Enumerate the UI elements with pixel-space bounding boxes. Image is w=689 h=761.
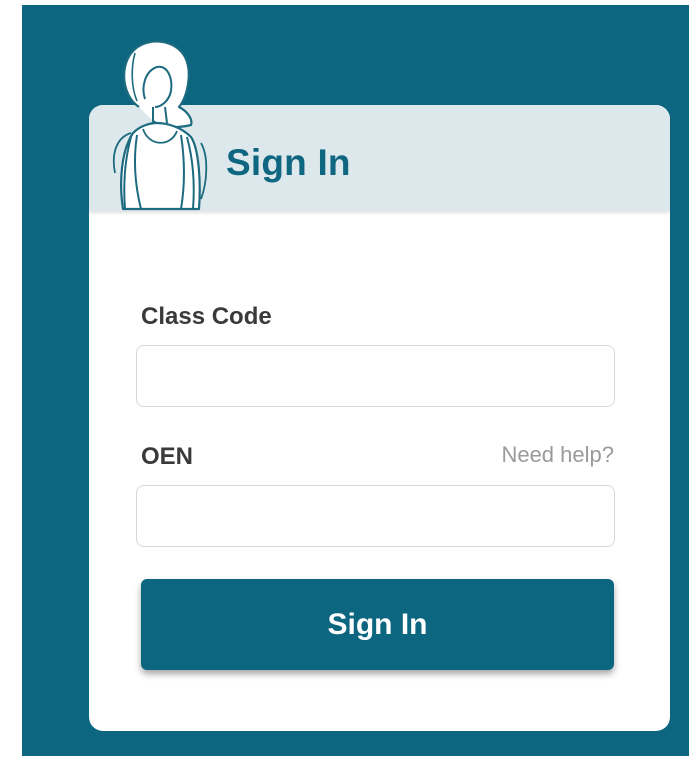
page-background: Sign In Class Code OEN Need help? Sign I… — [22, 5, 689, 756]
sign-in-card: Sign In Class Code OEN Need help? Sign I… — [89, 40, 670, 731]
sign-in-button[interactable]: Sign In — [141, 579, 614, 670]
class-code-label: Class Code — [141, 303, 272, 330]
class-code-input[interactable] — [136, 345, 615, 407]
oen-label: OEN — [141, 443, 194, 470]
page-title: Sign In — [226, 142, 351, 183]
student-mascot-icon — [112, 40, 208, 211]
oen-input[interactable] — [136, 485, 615, 547]
need-help-link[interactable]: Need help? — [501, 442, 614, 468]
